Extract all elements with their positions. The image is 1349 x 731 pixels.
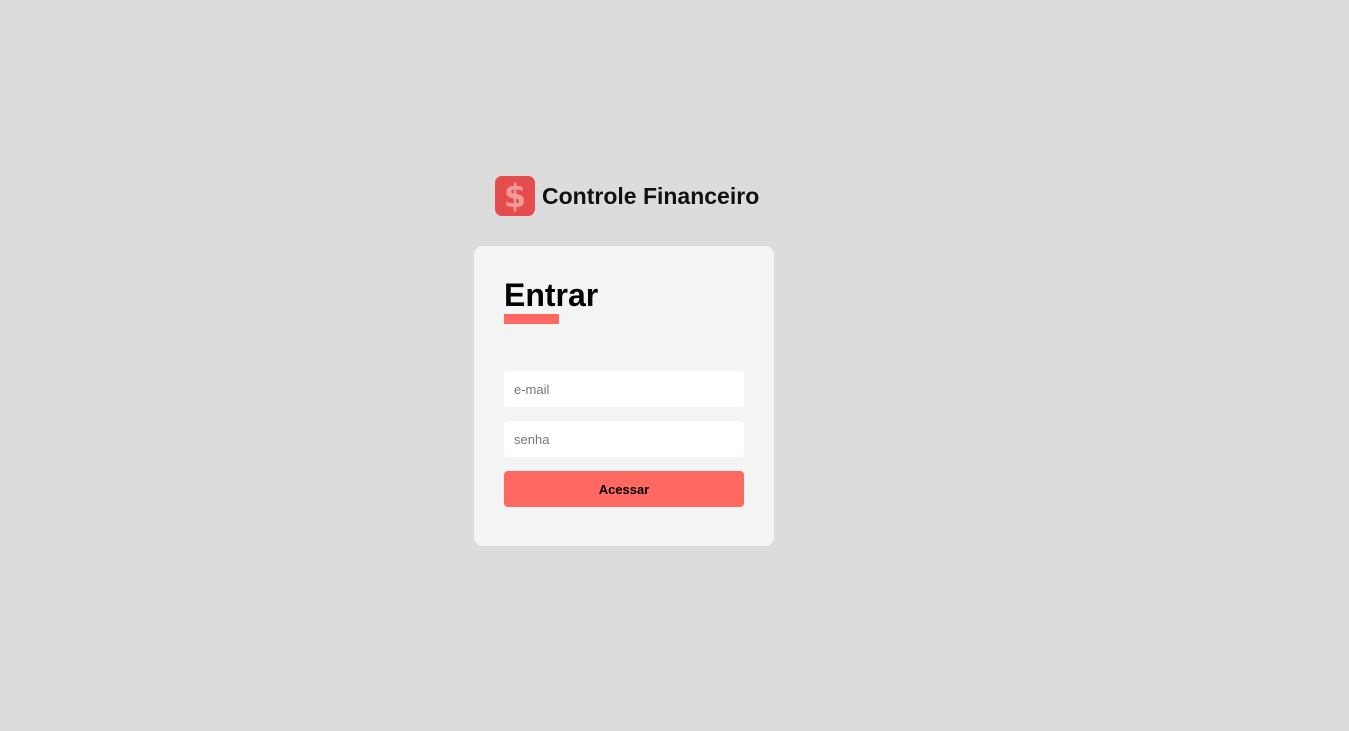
app-title: Controle Financeiro — [542, 182, 760, 209]
login-title: Entrar — [504, 277, 599, 313]
dollar-sign-glyph: $ — [503, 177, 527, 215]
dollar-sign-icon: $ — [495, 176, 535, 216]
email-field[interactable] — [504, 371, 744, 407]
title-underline — [504, 314, 559, 324]
password-field[interactable] — [504, 421, 744, 457]
login-card: Entrar Acessar — [474, 246, 774, 546]
brand-header: $ Controle Financeiro — [495, 176, 759, 216]
submit-button[interactable]: Acessar — [504, 471, 744, 507]
